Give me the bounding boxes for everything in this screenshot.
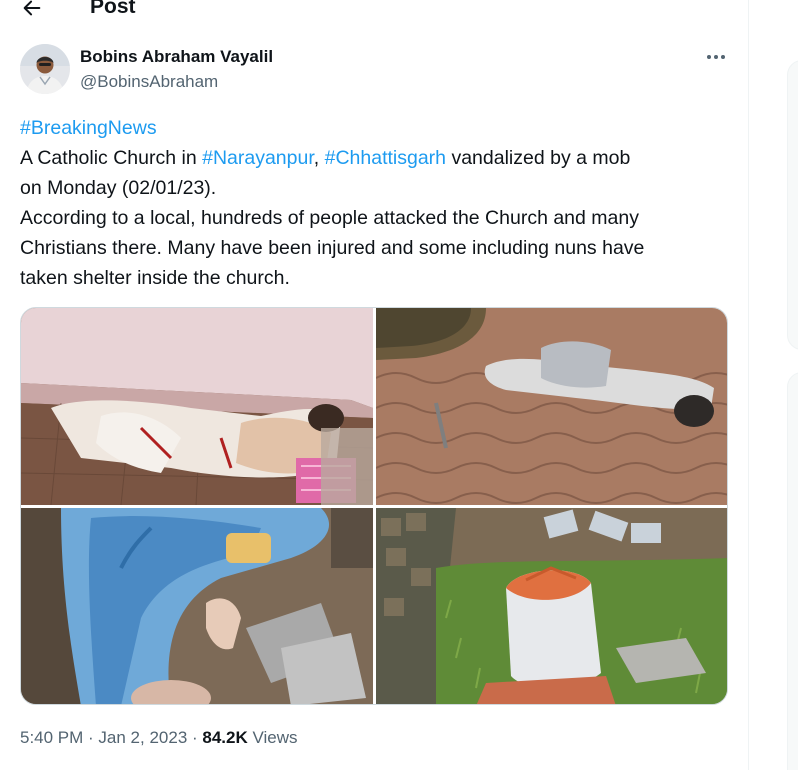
photo-broken-blue-statue[interactable] bbox=[21, 508, 373, 704]
tweet-line: taken shelter inside the church. bbox=[20, 267, 290, 289]
sidebar-card bbox=[787, 372, 798, 770]
post-header: Post bbox=[0, 0, 748, 26]
meta-separator: · bbox=[83, 728, 99, 747]
hashtag-breakingnews[interactable]: #BreakingNews bbox=[20, 117, 157, 139]
author-handle[interactable]: @BobinsAbraham bbox=[80, 72, 218, 92]
avatar[interactable] bbox=[20, 44, 70, 94]
photo-broken-statue-base-on-grass[interactable] bbox=[376, 508, 727, 704]
media-grid bbox=[20, 307, 728, 705]
arrow-left-icon bbox=[23, 0, 41, 16]
tweet-line: Christians there. Many have been injured… bbox=[20, 237, 645, 259]
hashtag-chhattisgarh[interactable]: #Chhattisgarh bbox=[325, 147, 446, 169]
back-button[interactable] bbox=[18, 0, 46, 22]
photo-statue-on-paving[interactable] bbox=[376, 308, 727, 505]
photo-statue-on-floor[interactable] bbox=[21, 308, 373, 505]
hashtag-narayanpur[interactable]: #Narayanpur bbox=[202, 147, 314, 169]
tweet-text: #BreakingNews A Catholic Church in #Nara… bbox=[20, 113, 735, 293]
views-label: Views bbox=[247, 728, 298, 747]
tweet-text-segment: vandalized by a mob bbox=[446, 147, 631, 169]
sidebar-card bbox=[787, 60, 798, 350]
tweet-line: A Catholic Church in #Narayanpur, #Chhat… bbox=[20, 143, 735, 173]
views-count: 84.2K bbox=[202, 728, 248, 747]
meta-separator: · bbox=[187, 728, 203, 747]
more-button[interactable] bbox=[700, 46, 732, 68]
page-title: Post bbox=[90, 0, 136, 18]
tweet-line: According to a local, hundreds of people… bbox=[20, 207, 639, 229]
tweet-line: on Monday (02/01/23). bbox=[20, 177, 217, 199]
post-date[interactable]: Jan 2, 2023 bbox=[98, 728, 187, 747]
tweet-text-segment: , bbox=[313, 147, 325, 169]
post-meta: 5:40 PM · Jan 2, 2023 · 84.2K Views bbox=[20, 728, 298, 748]
post-time[interactable]: 5:40 PM bbox=[20, 728, 83, 747]
right-sidebar bbox=[750, 0, 798, 770]
more-horizontal-icon bbox=[707, 55, 725, 59]
author-name[interactable]: Bobins Abraham Vayalil bbox=[80, 47, 273, 67]
tweet-text-segment: A Catholic Church in bbox=[20, 147, 203, 169]
tweet-line: #BreakingNews bbox=[20, 113, 735, 143]
post-column: Post Bobins Abraham Vayalil @BobinsAbrah… bbox=[0, 0, 749, 770]
